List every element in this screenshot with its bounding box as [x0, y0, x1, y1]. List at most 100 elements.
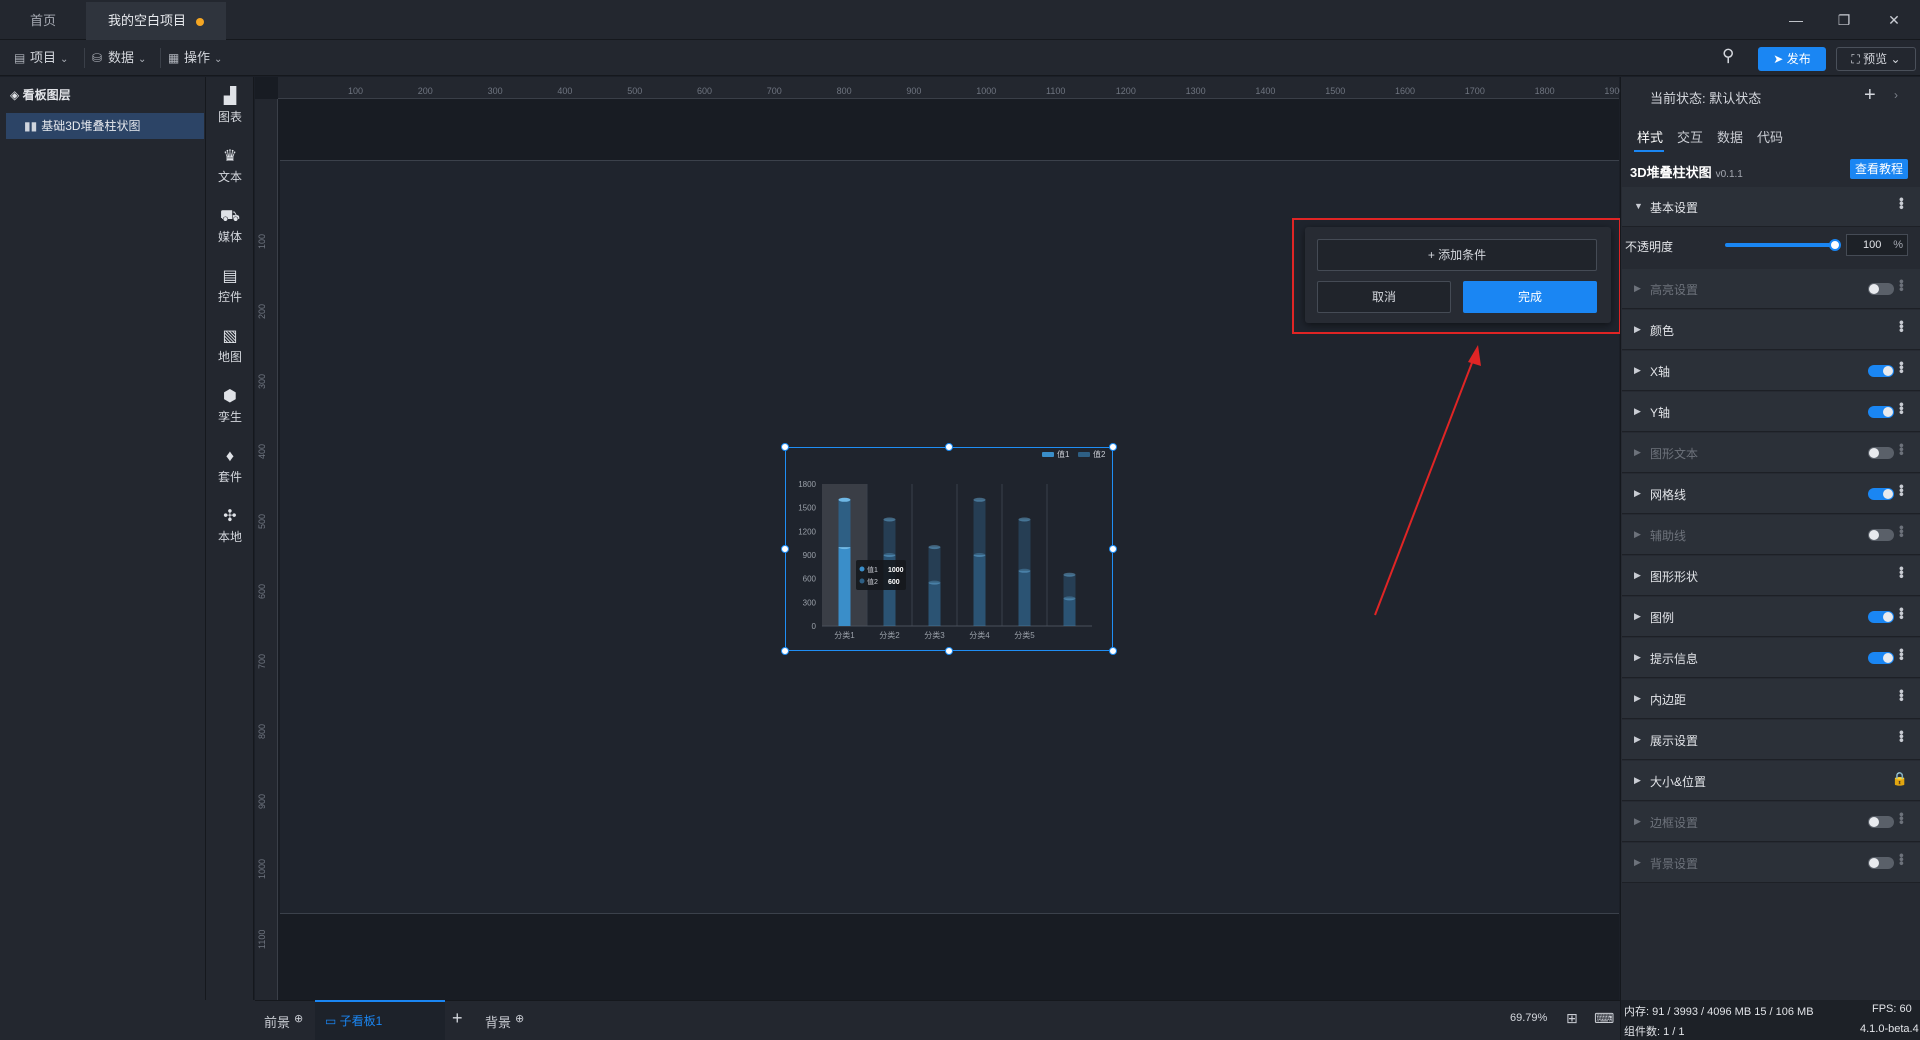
- keyboard-icon[interactable]: ⌨: [1594, 1010, 1614, 1027]
- more-icon[interactable]: •••: [1894, 279, 1910, 291]
- tab-style[interactable]: 样式: [1637, 127, 1663, 146]
- search-icon[interactable]: ⚲: [1722, 46, 1734, 66]
- more-icon[interactable]: •••: [1894, 525, 1910, 537]
- tab-code[interactable]: 代码: [1757, 127, 1783, 146]
- component-control[interactable]: ▤ 控件: [206, 268, 254, 305]
- settings-section[interactable]: ▶ X轴 •••: [1622, 351, 1920, 391]
- menu-project[interactable]: ▤ 项目 ⌄: [14, 46, 68, 70]
- opacity-slider-handle[interactable]: [1829, 239, 1841, 251]
- restore-icon[interactable]: ❐: [1832, 8, 1856, 32]
- section-toggle[interactable]: [1868, 488, 1894, 500]
- publish-button[interactable]: ➤ 发布: [1758, 47, 1826, 71]
- resize-handle[interactable]: [781, 647, 789, 655]
- section-toggle[interactable]: [1868, 611, 1894, 623]
- more-icon[interactable]: •••: [1894, 730, 1910, 742]
- opacity-input[interactable]: 100%: [1846, 234, 1908, 256]
- more-icon[interactable]: •••: [1894, 853, 1910, 865]
- resize-handle[interactable]: [781, 545, 789, 553]
- settings-section[interactable]: ▶ 图形文本 •••: [1622, 433, 1920, 473]
- tab-interaction[interactable]: 交互: [1677, 127, 1703, 146]
- more-icon[interactable]: •••: [1894, 648, 1910, 660]
- chart-widget[interactable]: 0 300 600 900 1200 1500 1800 分类1 分类2 分类3 分类4 分类5 值1 值…: [785, 447, 1113, 651]
- resize-handle[interactable]: [1109, 545, 1117, 553]
- settings-section[interactable]: ▶ 内边距 •••: [1622, 679, 1920, 719]
- settings-section[interactable]: ▼ 基本设置 •••: [1622, 187, 1920, 227]
- more-icon[interactable]: •••: [1894, 402, 1910, 414]
- resize-handle[interactable]: [945, 647, 953, 655]
- add-board-icon[interactable]: +: [452, 1008, 463, 1029]
- tab-foreground[interactable]: 前景 ⊕: [264, 1012, 303, 1031]
- chevron-right-icon[interactable]: ›: [1894, 88, 1898, 102]
- done-button[interactable]: 完成: [1463, 281, 1597, 313]
- more-icon[interactable]: •••: [1894, 320, 1910, 332]
- resize-handle[interactable]: [1109, 647, 1117, 655]
- settings-section[interactable]: ▶ 颜色 •••: [1622, 310, 1920, 350]
- settings-section[interactable]: ▶ 辅助线 •••: [1622, 515, 1920, 555]
- more-icon[interactable]: •••: [1894, 484, 1910, 496]
- section-toggle[interactable]: [1868, 283, 1894, 295]
- zoom-level[interactable]: 69.79%: [1510, 1012, 1547, 1024]
- settings-section[interactable]: ▶ 背景设置 •••: [1622, 843, 1920, 883]
- section-toggle[interactable]: [1868, 857, 1894, 869]
- more-icon[interactable]: •••: [1894, 566, 1910, 578]
- section-toggle[interactable]: [1868, 529, 1894, 541]
- ruler-tick-label: 600: [257, 583, 267, 599]
- menu-operation[interactable]: ▦ 操作 ⌄: [168, 46, 222, 70]
- add-condition-button[interactable]: + 添加条件: [1317, 239, 1597, 271]
- fit-screen-icon[interactable]: ⊞: [1566, 1010, 1578, 1027]
- component-chart[interactable]: ▟ 图表: [206, 88, 254, 125]
- resize-handle[interactable]: [781, 443, 789, 451]
- section-toggle[interactable]: [1868, 816, 1894, 828]
- component-map[interactable]: ▧ 地图: [206, 328, 254, 365]
- more-icon[interactable]: •••: [1894, 197, 1910, 209]
- component-twin[interactable]: ⬢ 孪生: [206, 388, 254, 425]
- settings-section[interactable]: ▶ 展示设置 •••: [1622, 720, 1920, 760]
- section-label: 提示信息: [1650, 652, 1699, 666]
- preview-label: 预览: [1863, 52, 1888, 66]
- cancel-button[interactable]: 取消: [1317, 281, 1451, 313]
- section-toggle[interactable]: [1868, 365, 1894, 377]
- tutorial-button[interactable]: 查看教程: [1850, 159, 1908, 179]
- tab-data[interactable]: 数据: [1717, 127, 1743, 146]
- opacity-value: 100: [1863, 239, 1882, 251]
- more-icon[interactable]: •••: [1894, 812, 1910, 824]
- settings-section[interactable]: ▶ 图例 •••: [1622, 597, 1920, 637]
- section-toggle[interactable]: [1868, 652, 1894, 664]
- more-icon[interactable]: •••: [1894, 689, 1910, 701]
- opacity-slider[interactable]: [1725, 243, 1835, 247]
- settings-section[interactable]: ▶ 提示信息 •••: [1622, 638, 1920, 678]
- bar-cap: [883, 517, 896, 522]
- tab-sub-board[interactable]: ▭ 子看板1: [315, 1000, 445, 1040]
- settings-section[interactable]: ▶ 高亮设置 •••: [1622, 269, 1920, 309]
- layer-item[interactable]: ▮▮ 基础3D堆叠柱状图: [6, 113, 204, 139]
- section-label: 辅助线: [1650, 529, 1687, 543]
- tab-project[interactable]: 我的空白项目: [86, 2, 227, 40]
- resize-handle[interactable]: [945, 443, 953, 451]
- settings-section[interactable]: ▶ 边框设置 •••: [1622, 802, 1920, 842]
- more-icon[interactable]: •••: [1894, 443, 1910, 455]
- component-kit[interactable]: ♦ 套件: [206, 448, 254, 485]
- section-toggle[interactable]: [1868, 406, 1894, 418]
- component-local[interactable]: ✣ 本地: [206, 508, 254, 545]
- legend-label: 值1: [1057, 449, 1070, 459]
- settings-section[interactable]: ▶ 网格线 •••: [1622, 474, 1920, 514]
- resize-handle[interactable]: [1109, 443, 1117, 451]
- settings-section[interactable]: ▶ Y轴 •••: [1622, 392, 1920, 432]
- plus-icon[interactable]: +: [1864, 84, 1876, 107]
- more-icon[interactable]: •••: [1894, 361, 1910, 373]
- close-icon[interactable]: ✕: [1882, 8, 1906, 32]
- tab-background[interactable]: 背景 ⊕: [485, 1012, 524, 1031]
- x-tick-label: 分类3: [924, 630, 945, 640]
- settings-section[interactable]: ▶ 大小&位置 🔒: [1622, 761, 1920, 801]
- legend-swatch: [1042, 452, 1054, 457]
- settings-section[interactable]: ▶ 图形形状 •••: [1622, 556, 1920, 596]
- tab-home[interactable]: 首页: [8, 2, 78, 40]
- component-text[interactable]: ♛ 文本: [206, 148, 254, 185]
- section-toggle[interactable]: [1868, 447, 1894, 459]
- component-media[interactable]: ⛟ 媒体: [206, 208, 254, 245]
- minimize-icon[interactable]: —: [1784, 8, 1808, 32]
- lock-icon[interactable]: 🔒: [1892, 771, 1908, 787]
- more-icon[interactable]: •••: [1894, 607, 1910, 619]
- preview-button[interactable]: ⛶ 预览 ⌄: [1836, 47, 1916, 71]
- menu-data[interactable]: ⛁ 数据 ⌄: [92, 46, 146, 70]
